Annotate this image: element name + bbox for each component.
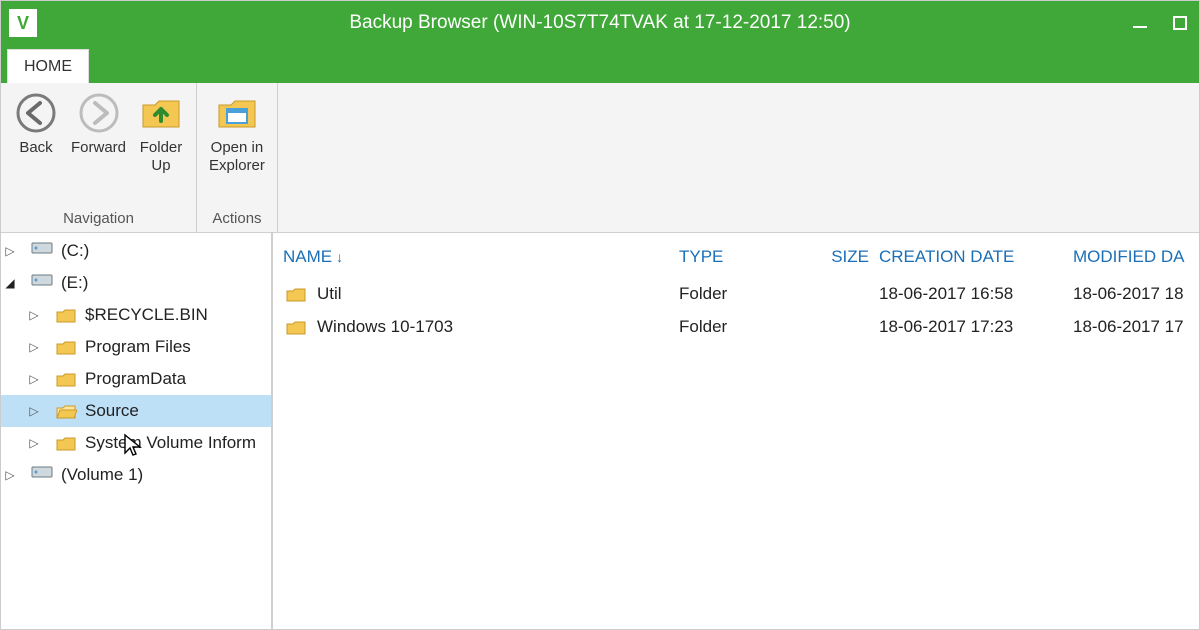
- forward-label: Forward: [71, 139, 126, 157]
- item-type: Folder: [679, 284, 809, 304]
- column-header-creation-date[interactable]: CREATION DATE: [879, 247, 1069, 267]
- expand-icon[interactable]: ▷: [27, 372, 41, 386]
- ribbon-group-label-nav: Navigation: [7, 207, 190, 230]
- expand-icon[interactable]: ▷: [3, 468, 17, 482]
- file-list[interactable]: NAME↓ TYPE SIZE CREATION DATE MODIFIED D…: [273, 233, 1199, 629]
- column-headers: NAME↓ TYPE SIZE CREATION DATE MODIFIED D…: [279, 243, 1199, 277]
- open-in-explorer-button[interactable]: Open in Explorer: [203, 91, 271, 175]
- folder-icon: [55, 336, 77, 358]
- sort-asc-icon: ↓: [336, 249, 343, 265]
- back-icon: [14, 91, 58, 135]
- minimize-button[interactable]: [1129, 12, 1151, 34]
- item-modified-date: 18-06-2017 17: [1069, 317, 1199, 337]
- folder-icon: [55, 432, 77, 454]
- folder-tree[interactable]: ▷ (C:) ◢ (E:) ▷ $RECYCLE.BIN: [1, 233, 273, 629]
- tree-label: (E:): [61, 273, 88, 293]
- list-item[interactable]: Windows 10-1703 Folder 18-06-2017 17:23 …: [279, 310, 1199, 343]
- col-name-label: NAME: [283, 247, 332, 266]
- drive-icon: [31, 464, 53, 486]
- back-label: Back: [19, 139, 52, 157]
- expand-icon[interactable]: ▷: [27, 436, 41, 450]
- forward-icon: [77, 91, 121, 135]
- tree-node-program-files[interactable]: ▷ Program Files: [1, 331, 271, 363]
- tree-node-recycle[interactable]: ▷ $RECYCLE.BIN: [1, 299, 271, 331]
- app-icon: V: [9, 9, 37, 37]
- column-header-modified-date[interactable]: MODIFIED DA: [1069, 247, 1199, 267]
- item-type: Folder: [679, 317, 809, 337]
- tree-node-volume1[interactable]: ▷ (Volume 1): [1, 459, 271, 491]
- tree-node-programdata[interactable]: ▷ ProgramData: [1, 363, 271, 395]
- ribbon-group-label-actions: Actions: [203, 207, 271, 230]
- tree-node-source[interactable]: ▷ Source: [1, 395, 271, 427]
- folder-open-icon: [55, 400, 77, 422]
- ribbon-group-actions: Open in Explorer Actions: [197, 83, 278, 232]
- forward-button[interactable]: Forward: [65, 91, 132, 157]
- collapse-icon[interactable]: ◢: [3, 276, 17, 290]
- item-name: Windows 10-1703: [317, 317, 453, 337]
- tree-label: $RECYCLE.BIN: [85, 305, 208, 325]
- tree-node-e[interactable]: ◢ (E:): [1, 267, 271, 299]
- ribbon: Back Forward Folder Up Navigation: [1, 83, 1199, 233]
- folder-icon: [55, 304, 77, 326]
- back-button[interactable]: Back: [7, 91, 65, 157]
- expand-icon[interactable]: ▷: [27, 340, 41, 354]
- titlebar: V Backup Browser (WIN-10S7T74TVAK at 17-…: [1, 1, 1199, 45]
- maximize-button[interactable]: [1169, 12, 1191, 34]
- folder-up-label: Folder Up: [140, 139, 183, 175]
- item-creation-date: 18-06-2017 16:58: [879, 284, 1069, 304]
- ribbon-tabstrip: HOME: [1, 45, 1199, 83]
- list-item[interactable]: Util Folder 18-06-2017 16:58 18-06-2017 …: [279, 277, 1199, 310]
- tree-label: Source: [85, 401, 139, 421]
- expand-icon[interactable]: ▷: [27, 308, 41, 322]
- folder-up-icon: [139, 91, 183, 135]
- expand-icon[interactable]: ▷: [3, 244, 17, 258]
- tab-home[interactable]: HOME: [7, 49, 89, 83]
- tree-label: ProgramData: [85, 369, 186, 389]
- tree-label: System Volume Inform: [85, 433, 256, 453]
- folder-icon: [285, 316, 307, 338]
- folder-icon: [285, 283, 307, 305]
- folder-up-button[interactable]: Folder Up: [132, 91, 190, 175]
- tree-node-svi[interactable]: ▷ System Volume Inform: [1, 427, 271, 459]
- window-title: Backup Browser (WIN-10S7T74TVAK at 17-12…: [349, 12, 850, 34]
- tree-label: (Volume 1): [61, 465, 143, 485]
- column-header-type[interactable]: TYPE: [679, 247, 809, 267]
- folder-icon: [55, 368, 77, 390]
- item-creation-date: 18-06-2017 17:23: [879, 317, 1069, 337]
- expand-icon[interactable]: ▷: [27, 404, 41, 418]
- tree-node-c[interactable]: ▷ (C:): [1, 235, 271, 267]
- explorer-icon: [215, 91, 259, 135]
- column-header-name[interactable]: NAME↓: [279, 247, 679, 267]
- column-header-size[interactable]: SIZE: [809, 247, 879, 267]
- drive-icon: [31, 272, 53, 294]
- item-name: Util: [317, 284, 342, 304]
- drive-icon: [31, 240, 53, 262]
- open-explorer-label: Open in Explorer: [209, 139, 265, 175]
- tree-label: (C:): [61, 241, 89, 261]
- ribbon-group-navigation: Back Forward Folder Up Navigation: [1, 83, 197, 232]
- item-modified-date: 18-06-2017 18: [1069, 284, 1199, 304]
- tree-label: Program Files: [85, 337, 191, 357]
